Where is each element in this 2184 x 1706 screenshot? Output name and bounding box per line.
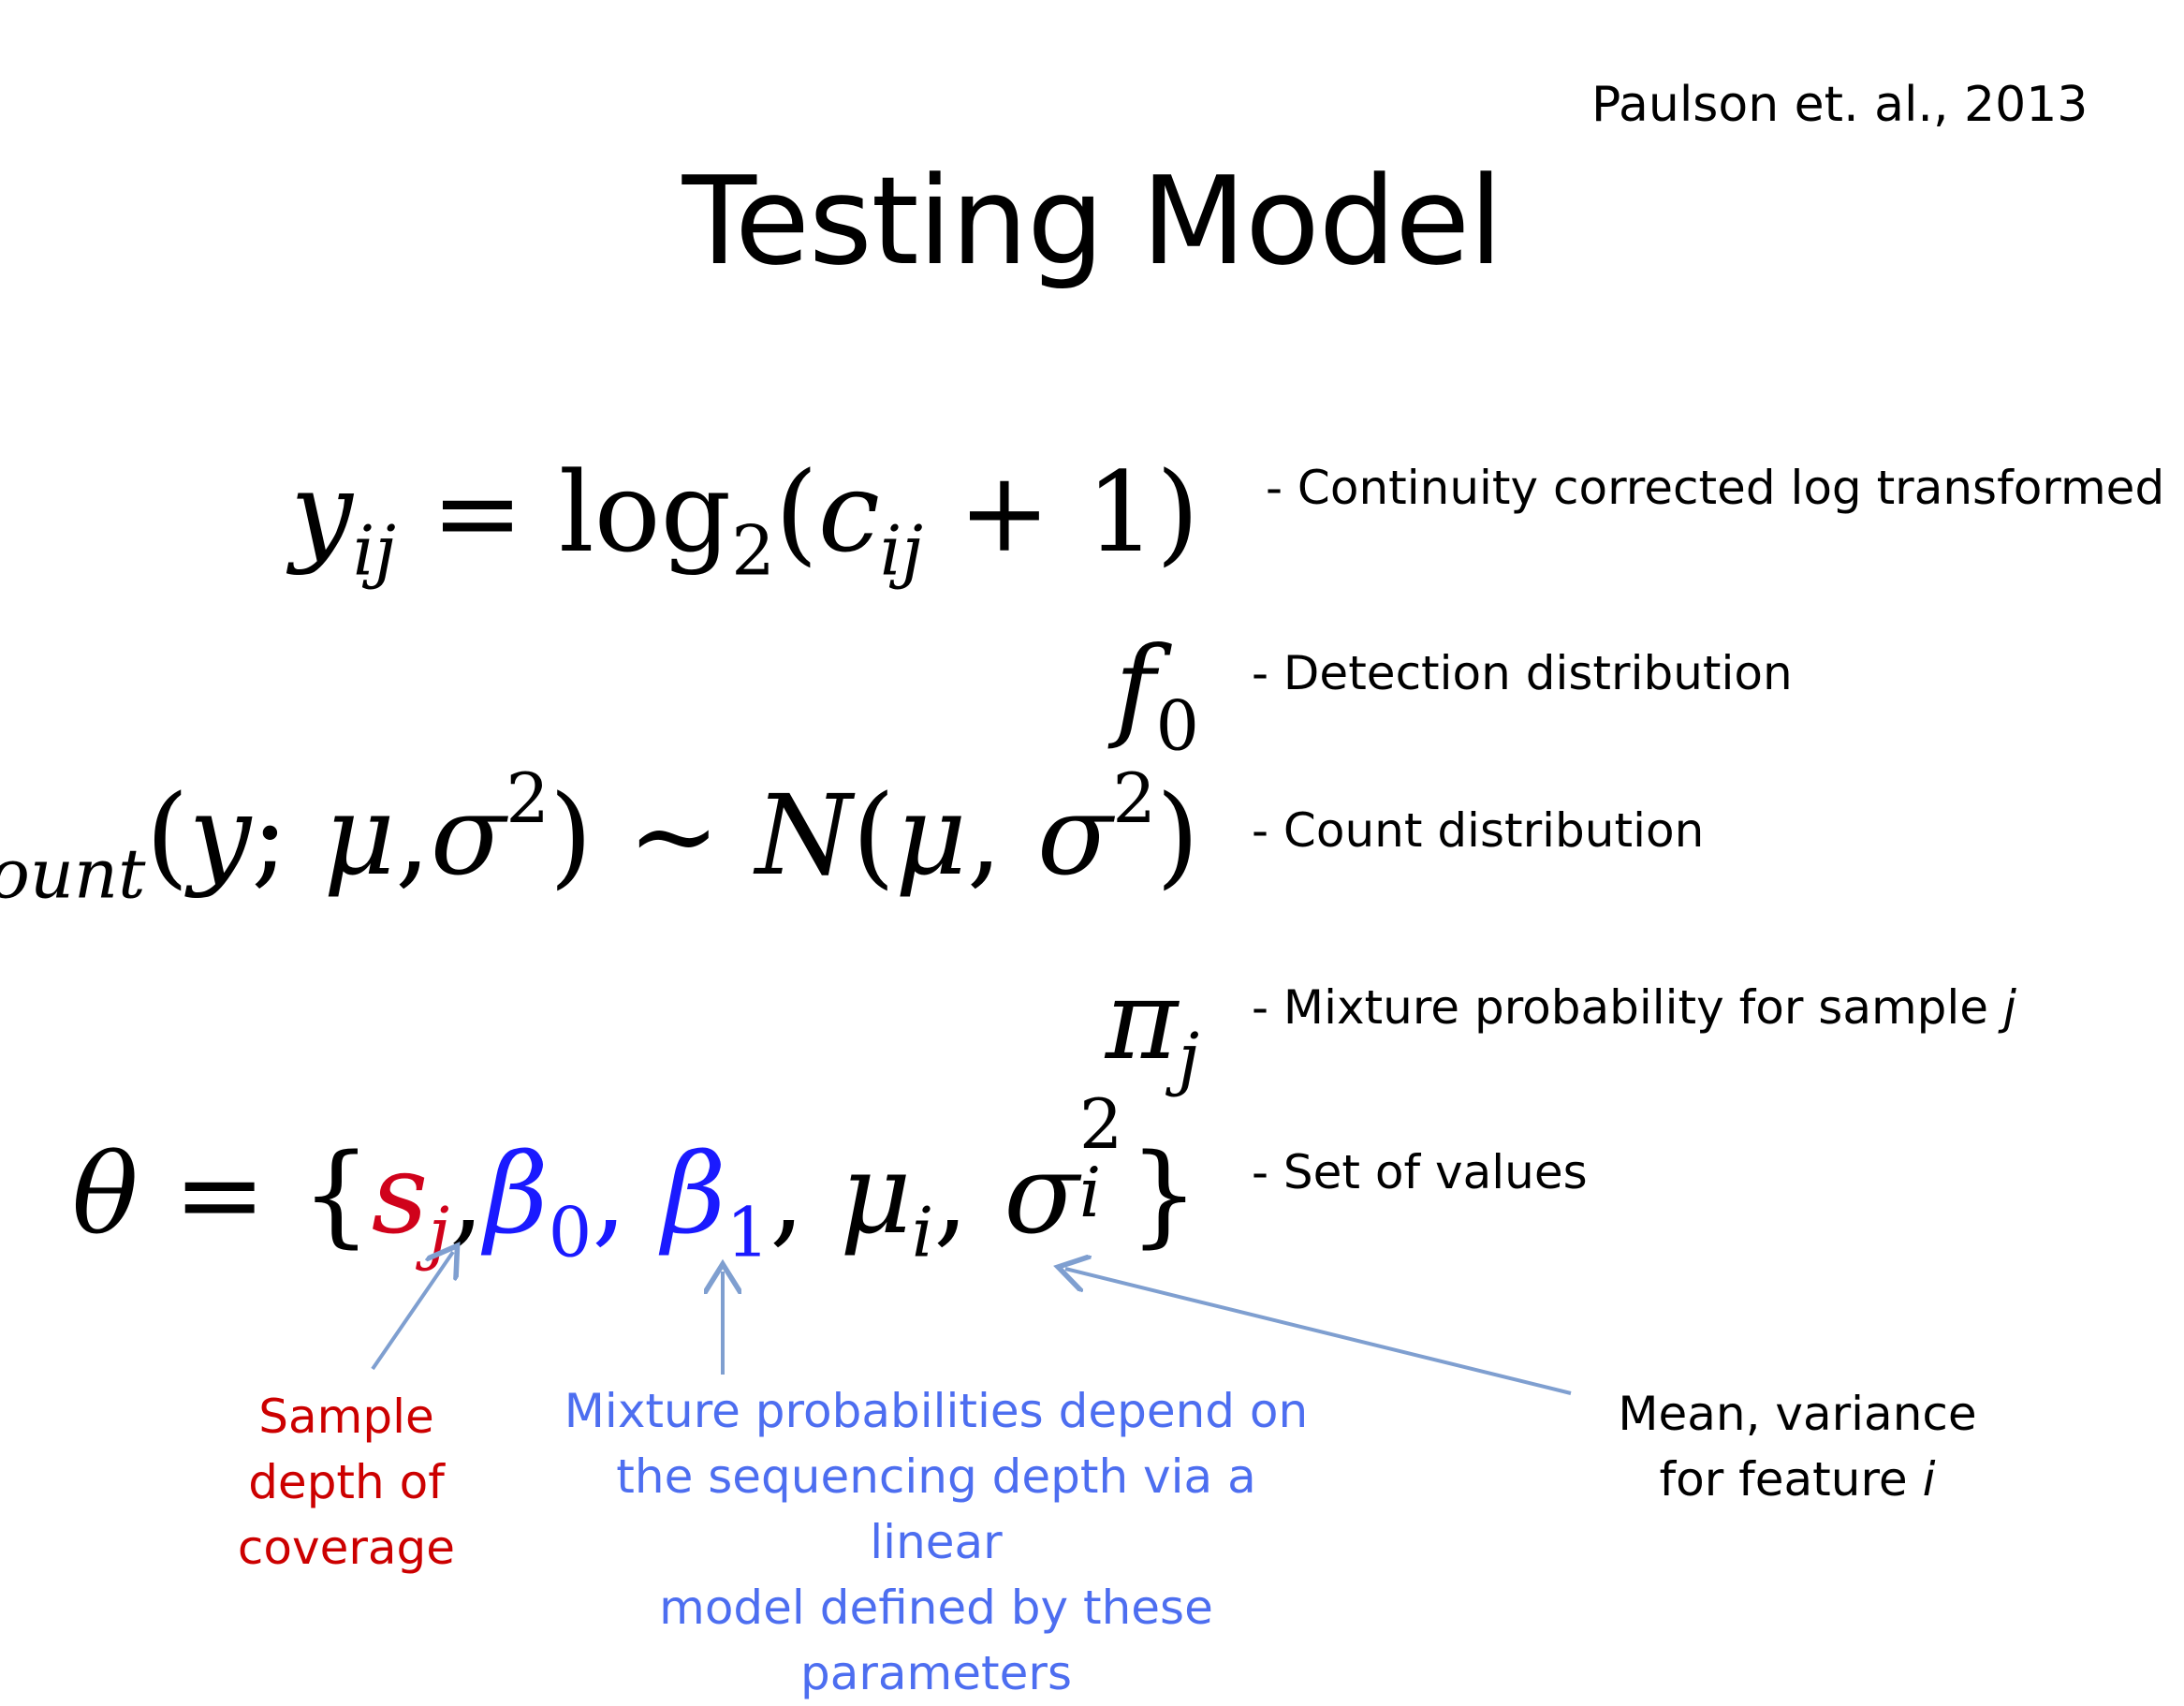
description-mixture-probability: - Mixture probability for sample j — [1252, 980, 2016, 1035]
description-parameter-set: - Set of values — [1252, 1145, 1588, 1199]
annotation-mixture: Mixture probabilities depend on the sequ… — [543, 1378, 1329, 1706]
annotation-mean-variance: Mean, variance for feature i — [1535, 1381, 2059, 1512]
equation-count-distribution: fcount(y; μ,σ2) ∼ N(μ, σ2) — [0, 759, 1199, 915]
description-detection-distribution: - Detection distribution — [1252, 646, 1793, 700]
description-count-distribution: - Count distribution — [1252, 803, 1705, 858]
annotation-sample-depth-line: Sample — [258, 1390, 434, 1444]
arrow-to-mu-sigma — [1065, 1269, 1572, 1395]
annotation-mean-variance-line: for feature i — [1535, 1447, 2059, 1512]
annotation-sample-depth-line: depth of — [248, 1455, 445, 1509]
slide-title: Testing Model — [682, 150, 1503, 292]
annotation-mean-variance-text: for feature — [1659, 1452, 1923, 1507]
annotation-sample-depth-line: coverage — [237, 1521, 456, 1575]
symbol-s-j: sj — [371, 1129, 450, 1273]
annotation-mixture-line: Mixture probabilities depend on — [564, 1384, 1309, 1438]
description-mixture-text: - Mixture probability for sample — [1252, 980, 2003, 1035]
description-mixture-italic: j — [2002, 980, 2016, 1035]
annotation-mean-variance-italic: i — [1922, 1452, 1936, 1507]
equation-mixture-probability: πj — [1105, 955, 1199, 1099]
annotation-mixture-line: the sequencing depth via a linear — [616, 1449, 1256, 1569]
description-log-transform: - Continuity corrected log transformed — [1266, 461, 2165, 515]
annotation-mixture-line: model defined by these — [659, 1581, 1213, 1635]
equation-detection-distribution: f0 — [1114, 623, 1199, 767]
symbol-beta-0: β0, — [484, 1129, 627, 1273]
equation-parameter-set: θ = {sj,β0, β1, μi, σ 2 i} — [71, 1085, 1199, 1273]
symbol-beta-1: β1 — [662, 1129, 770, 1273]
annotation-mean-variance-line: Mean, variance — [1618, 1387, 1977, 1441]
annotation-sample-depth: Sample depth of coverage — [215, 1384, 477, 1581]
equation-log-transform: yij = log2(cij + 1) — [290, 448, 1199, 592]
citation: Paulson et. al., 2013 — [1591, 77, 2089, 133]
annotation-mixture-line: parameters — [799, 1646, 1072, 1700]
